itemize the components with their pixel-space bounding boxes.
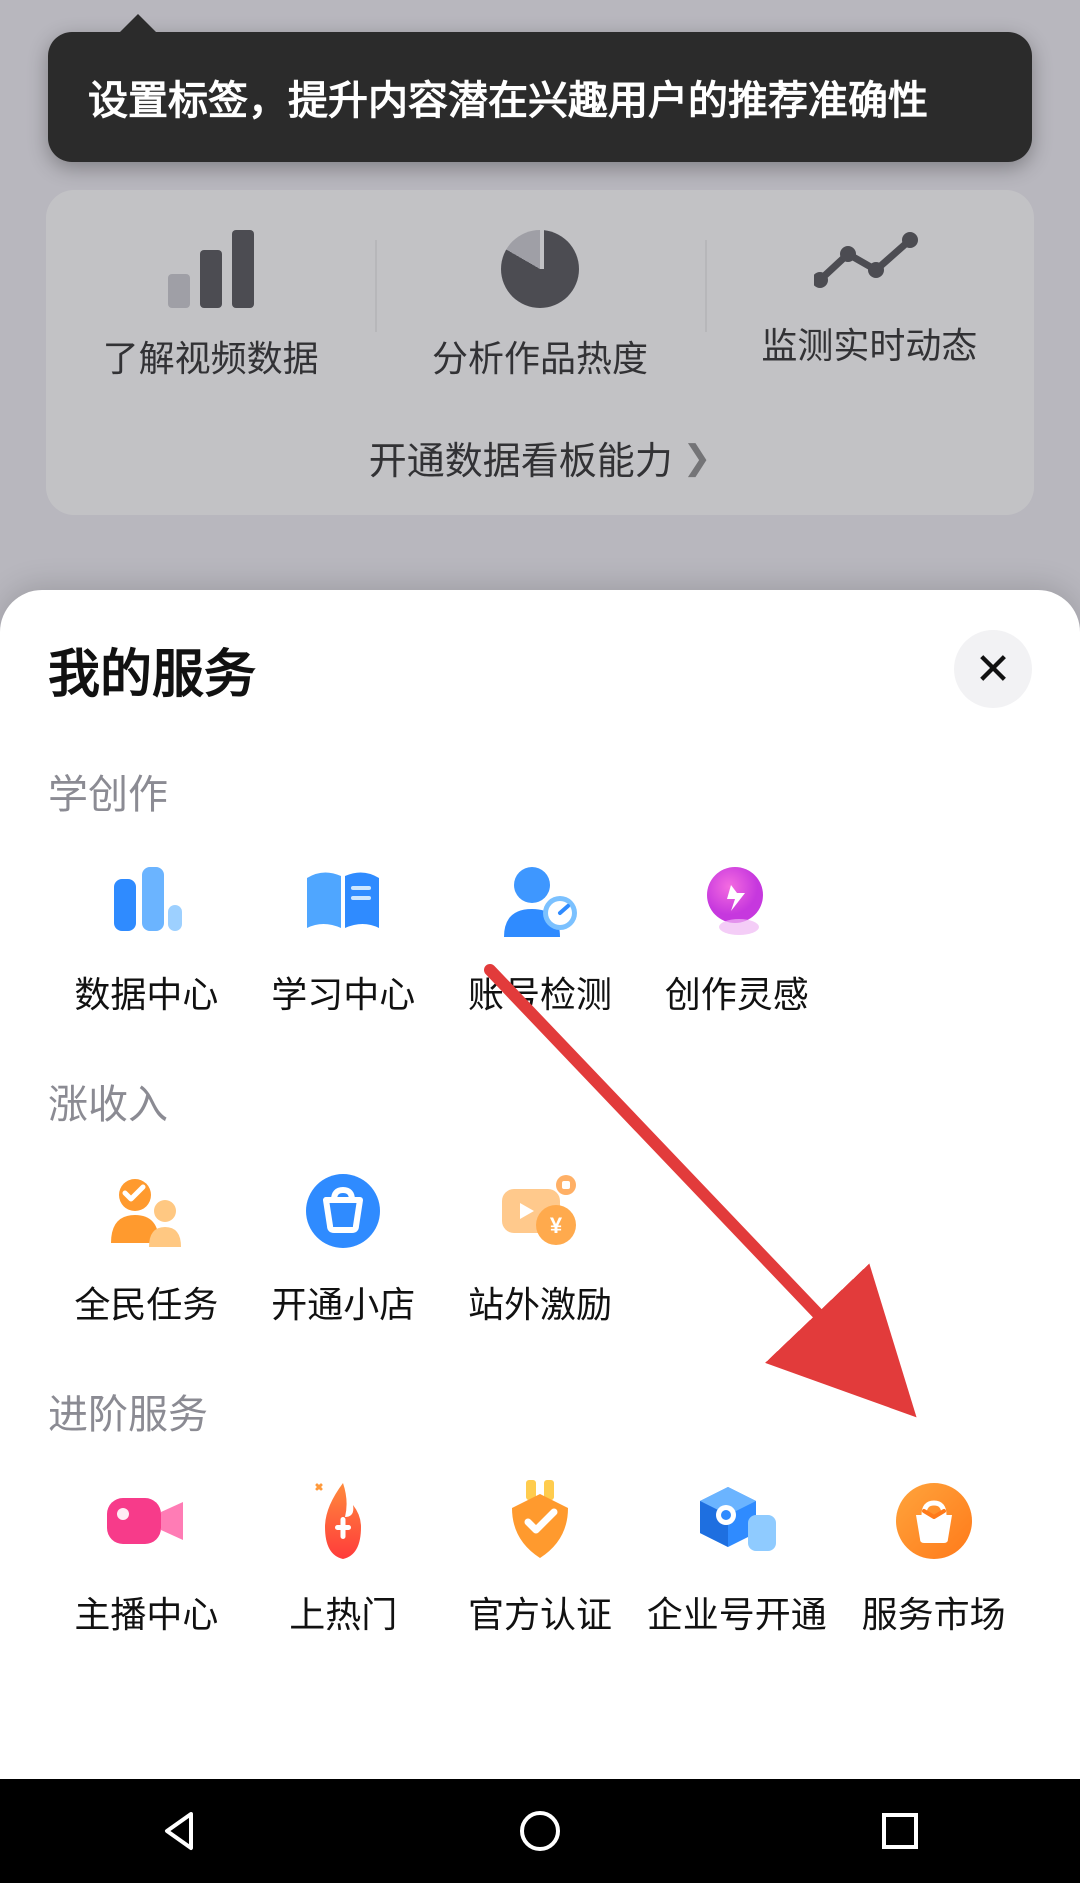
nav-recent-button[interactable]	[870, 1801, 930, 1861]
service-label: 开通小店	[271, 1276, 415, 1328]
service-inspiration[interactable]: 创作灵感	[638, 856, 835, 1018]
dashboard-item-realtime[interactable]: 监测实时动态	[705, 230, 1034, 382]
my-services-sheet: 我的服务 ✕ 学创作 数据中心 学习中心	[0, 590, 1080, 1779]
people-icon	[101, 1166, 191, 1256]
service-label: 创作灵感	[665, 966, 809, 1018]
service-enterprise[interactable]: 企业号开通	[638, 1476, 835, 1638]
service-label: 站外激励	[468, 1276, 612, 1328]
service-verification[interactable]: 官方认证	[442, 1476, 639, 1638]
fire-icon	[298, 1476, 388, 1566]
section-title: 涨收入	[48, 1072, 1032, 1130]
service-label: 服务市场	[862, 1586, 1006, 1638]
service-trending[interactable]: 上热门	[245, 1476, 442, 1638]
lightbulb-icon	[692, 856, 782, 946]
open-dashboard-label: 开通数据看板能力	[369, 430, 673, 485]
badge-icon	[495, 1476, 585, 1566]
open-dashboard-link[interactable]: 开通数据看板能力 ❯	[46, 430, 1034, 485]
section-title: 进阶服务	[48, 1382, 1032, 1440]
service-label: 全民任务	[74, 1276, 218, 1328]
service-label: 学习中心	[271, 966, 415, 1018]
service-open-shop[interactable]: 开通小店	[245, 1166, 442, 1328]
service-label: 官方认证	[468, 1586, 612, 1638]
circle-home-icon	[516, 1807, 564, 1855]
service-label: 账号检测	[468, 966, 612, 1018]
dashboard-card: 了解视频数据 分析作品热度 监测实时动态 开通数据看板能力 ❯	[46, 190, 1034, 515]
service-label: 主播中心	[74, 1586, 218, 1638]
service-live-center[interactable]: 主播中心	[48, 1476, 245, 1638]
dashboard-item-label: 分析作品热度	[432, 330, 648, 382]
chevron-right-icon: ❯	[683, 438, 712, 478]
trend-icon	[814, 230, 924, 295]
svg-text:¥: ¥	[550, 1213, 563, 1238]
close-icon: ✕	[975, 644, 1012, 695]
service-national-task[interactable]: 全民任务	[48, 1166, 245, 1328]
sheet-title: 我的服务	[48, 632, 256, 707]
service-label: 企业号开通	[647, 1586, 827, 1638]
square-recent-icon	[878, 1809, 922, 1853]
dashboard-item-label: 了解视频数据	[103, 330, 319, 382]
service-data-center[interactable]: 数据中心	[48, 856, 245, 1018]
dashboard-item-label: 监测实时动态	[761, 317, 977, 369]
service-label: 数据中心	[74, 966, 218, 1018]
section-income: 涨收入 全民任务 开通小店 ¥	[48, 1072, 1032, 1328]
triangle-back-icon	[157, 1808, 203, 1854]
tooltip-text: 设置标签，提升内容潜在兴趣用户的推荐准确性	[88, 79, 928, 123]
section-learn: 学创作 数据中心 学习中心	[48, 762, 1032, 1018]
tag-tooltip: 设置标签，提升内容潜在兴趣用户的推荐准确性	[48, 32, 1032, 162]
nav-home-button[interactable]	[510, 1801, 570, 1861]
reward-icon: ¥	[495, 1166, 585, 1256]
android-nav-bar	[0, 1779, 1080, 1883]
service-market[interactable]: 服务市场	[835, 1476, 1032, 1638]
bar-chart-icon	[101, 856, 191, 946]
market-icon	[889, 1476, 979, 1566]
person-gauge-icon	[495, 856, 585, 946]
shop-icon	[298, 1166, 388, 1256]
close-button[interactable]: ✕	[954, 630, 1032, 708]
section-advanced: 进阶服务 主播中心 上热门	[48, 1382, 1032, 1638]
book-icon	[298, 856, 388, 946]
service-external-reward[interactable]: ¥ 站外激励	[442, 1166, 639, 1328]
pie-chart-icon	[501, 230, 579, 308]
service-label: 上热门	[289, 1586, 397, 1638]
dashboard-item-heat[interactable]: 分析作品热度	[375, 230, 704, 382]
service-account-check[interactable]: 账号检测	[442, 856, 639, 1018]
camera-icon	[101, 1476, 191, 1566]
section-title: 学创作	[48, 762, 1032, 820]
bar-chart-icon	[168, 230, 254, 308]
cube-icon	[692, 1476, 782, 1566]
nav-back-button[interactable]	[150, 1801, 210, 1861]
service-learning-center[interactable]: 学习中心	[245, 856, 442, 1018]
dashboard-item-video-data[interactable]: 了解视频数据	[46, 230, 375, 382]
